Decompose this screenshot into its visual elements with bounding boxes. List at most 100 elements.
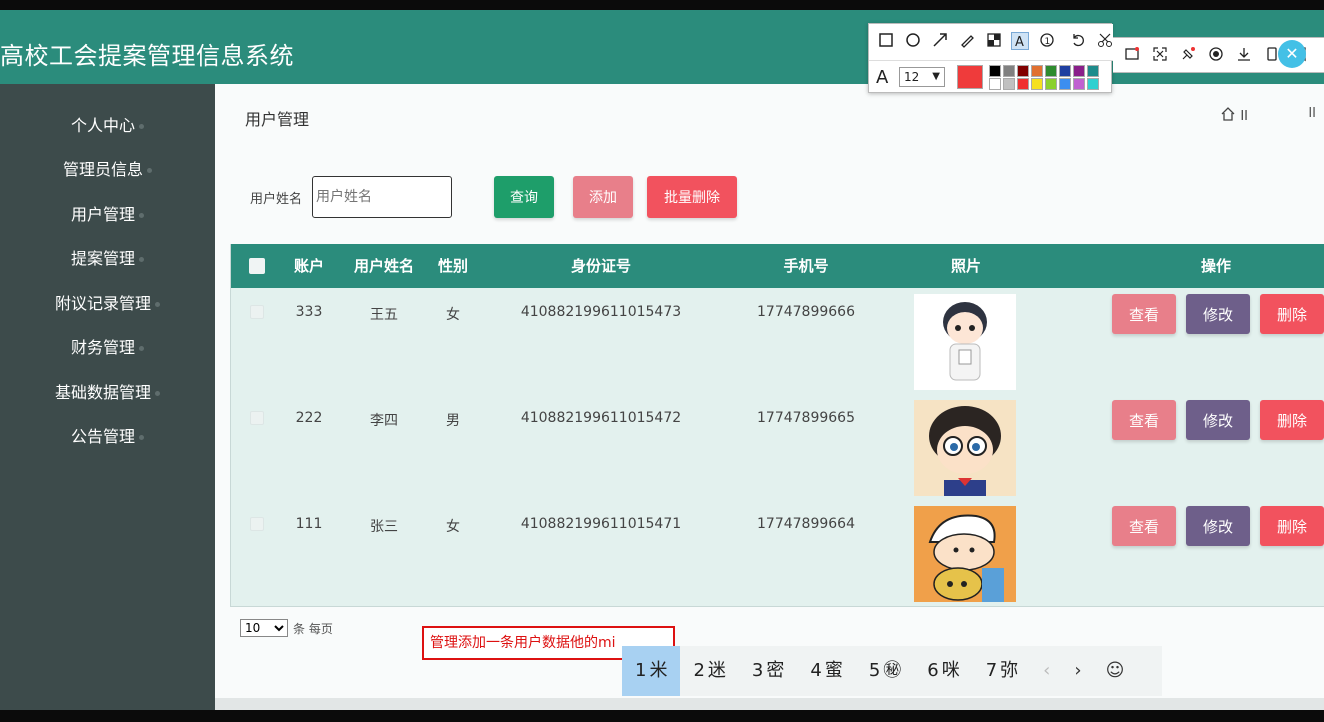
cell-id-card: 410882199611015472 [520, 410, 682, 426]
sidebar-item-second-record[interactable]: 附议记录管理 [0, 284, 215, 324]
ime-next-icon[interactable]: › [1062, 646, 1093, 696]
color-swatch[interactable] [1003, 78, 1015, 90]
color-swatch[interactable] [1031, 78, 1043, 90]
edit-button[interactable]: 修改 [1186, 294, 1250, 334]
edit-button[interactable]: 修改 [1186, 506, 1250, 546]
table-row: 111 张三 女 410882199611015471 17747899664 [231, 500, 1324, 606]
sidebar-item-label: 财务管理 [70, 338, 135, 357]
sidebar-item-admin-info[interactable]: 管理员信息 [0, 150, 215, 190]
cell-id-card: 410882199611015473 [520, 304, 682, 320]
expand-tool-icon[interactable]: ✕ [1278, 40, 1306, 68]
row-checkbox[interactable] [250, 305, 264, 319]
svg-text:1: 1 [1045, 37, 1051, 47]
ime-prev-icon[interactable]: ‹ [1031, 646, 1062, 696]
color-swatch[interactable] [1017, 78, 1029, 90]
sidebar-item-proposal-management[interactable]: 提案管理 [0, 239, 215, 279]
delete-button[interactable]: 删除 [1260, 400, 1324, 440]
scissors-icon[interactable] [1096, 32, 1114, 50]
batch-delete-button[interactable]: 批量删除 [647, 176, 737, 218]
sidebar-item-label: 管理员信息 [62, 160, 143, 179]
shinchan-avatar-icon [914, 506, 1016, 602]
candidate-number: 4 [810, 660, 822, 681]
number-tool-icon[interactable]: 1 [1038, 32, 1056, 50]
candidate-number: 6 [927, 660, 939, 681]
arrow-tool-icon[interactable] [931, 32, 949, 50]
ime-candidate[interactable]: 3密 [739, 646, 797, 696]
color-swatch[interactable] [989, 78, 1001, 90]
pin-icon[interactable] [1179, 46, 1197, 64]
cell-phone: 17747899666 [757, 304, 855, 320]
text-tool-icon[interactable]: A [1011, 32, 1029, 50]
expand-icon[interactable] [1151, 46, 1169, 64]
col-phone: 手机号 [783, 257, 829, 275]
rectangle-tool-icon[interactable] [877, 32, 895, 50]
ocr-icon[interactable] [1123, 46, 1141, 64]
sidebar-item-personal-center[interactable]: 个人中心 [0, 106, 215, 146]
color-swatch[interactable] [1003, 65, 1015, 77]
color-swatch[interactable] [1087, 65, 1099, 77]
ime-candidate[interactable]: 2迷 [680, 646, 738, 696]
current-color-swatch[interactable] [957, 65, 983, 89]
ime-candidate[interactable]: 4蜜 [797, 646, 855, 696]
home-icon[interactable] [1220, 106, 1236, 126]
view-button[interactable]: 查看 [1112, 294, 1176, 334]
candidate-number: 5 [868, 660, 881, 681]
ime-candidate-bar: 1米 2迷 3密 4蜜 5 ㊙ 6咪 7弥 ‹ › ☺ [622, 646, 1162, 696]
cell-account: 333 [295, 304, 323, 320]
cell-phone: 17747899665 [757, 410, 855, 426]
color-swatch[interactable] [1045, 65, 1057, 77]
cell-phone: 17747899664 [757, 516, 855, 532]
mosaic-tool-icon[interactable] [985, 32, 1003, 50]
ime-candidate[interactable]: 6咪 [914, 646, 972, 696]
delete-button[interactable]: 删除 [1260, 294, 1324, 334]
view-button[interactable]: 查看 [1112, 400, 1176, 440]
breadcrumb-separator: II [1240, 108, 1248, 124]
sidebar-item-finance[interactable]: 财务管理 [0, 328, 215, 368]
pen-tool-icon[interactable] [958, 32, 976, 50]
color-swatch[interactable] [1059, 65, 1071, 77]
view-button[interactable]: 查看 [1112, 506, 1176, 546]
page-size-select[interactable]: 10 [240, 619, 288, 637]
sidebar-item-base-data[interactable]: 基础数据管理 [0, 373, 215, 413]
dot-icon [147, 168, 152, 173]
candidate-char: ㊙ [883, 660, 902, 681]
edit-button[interactable]: 修改 [1186, 400, 1250, 440]
cell-gender: 女 [446, 307, 460, 323]
candidate-char: 迷 [707, 660, 726, 681]
color-swatch[interactable] [1073, 65, 1085, 77]
select-all-checkbox[interactable] [249, 258, 265, 274]
record-icon[interactable] [1207, 46, 1225, 64]
row-checkbox[interactable] [250, 411, 264, 425]
ellipse-tool-icon[interactable] [904, 32, 922, 50]
candidate-number: 3 [751, 660, 764, 681]
query-button[interactable]: 查询 [494, 176, 554, 218]
dot-icon [139, 124, 144, 129]
cell-gender: 女 [446, 519, 460, 535]
color-swatch[interactable] [1073, 78, 1085, 90]
candidate-char: 弥 [1000, 660, 1019, 681]
color-swatch[interactable] [1031, 65, 1043, 77]
row-checkbox[interactable] [250, 517, 264, 531]
ime-candidate[interactable]: 1米 [622, 646, 681, 696]
add-button[interactable]: 添加 [573, 176, 633, 218]
candidate-char: 咪 [941, 660, 960, 681]
color-swatch[interactable] [1045, 78, 1057, 90]
cell-name: 李四 [370, 413, 398, 429]
ime-candidate[interactable]: 7弥 [973, 646, 1031, 696]
undo-icon[interactable] [1069, 32, 1087, 50]
ime-candidate[interactable]: 5 ㊙ [856, 646, 914, 696]
svg-text:A: A [1015, 35, 1024, 49]
sidebar-item-announcements[interactable]: 公告管理 [0, 417, 215, 457]
delete-button[interactable]: 删除 [1260, 506, 1324, 546]
color-swatch[interactable] [1017, 65, 1029, 77]
username-search-input[interactable] [312, 176, 452, 218]
download-icon[interactable] [1235, 46, 1253, 64]
sidebar-item-user-management[interactable]: 用户管理 [0, 195, 215, 235]
per-page-label: 条 每页 [293, 622, 333, 636]
font-size-select[interactable]: 12 ▼ [899, 67, 945, 87]
sidebar-item-label: 附议记录管理 [54, 294, 151, 313]
color-swatch[interactable] [989, 65, 1001, 77]
ime-emoji-icon[interactable]: ☺ [1094, 646, 1137, 696]
color-swatch[interactable] [1059, 78, 1071, 90]
color-swatch[interactable] [1087, 78, 1099, 90]
